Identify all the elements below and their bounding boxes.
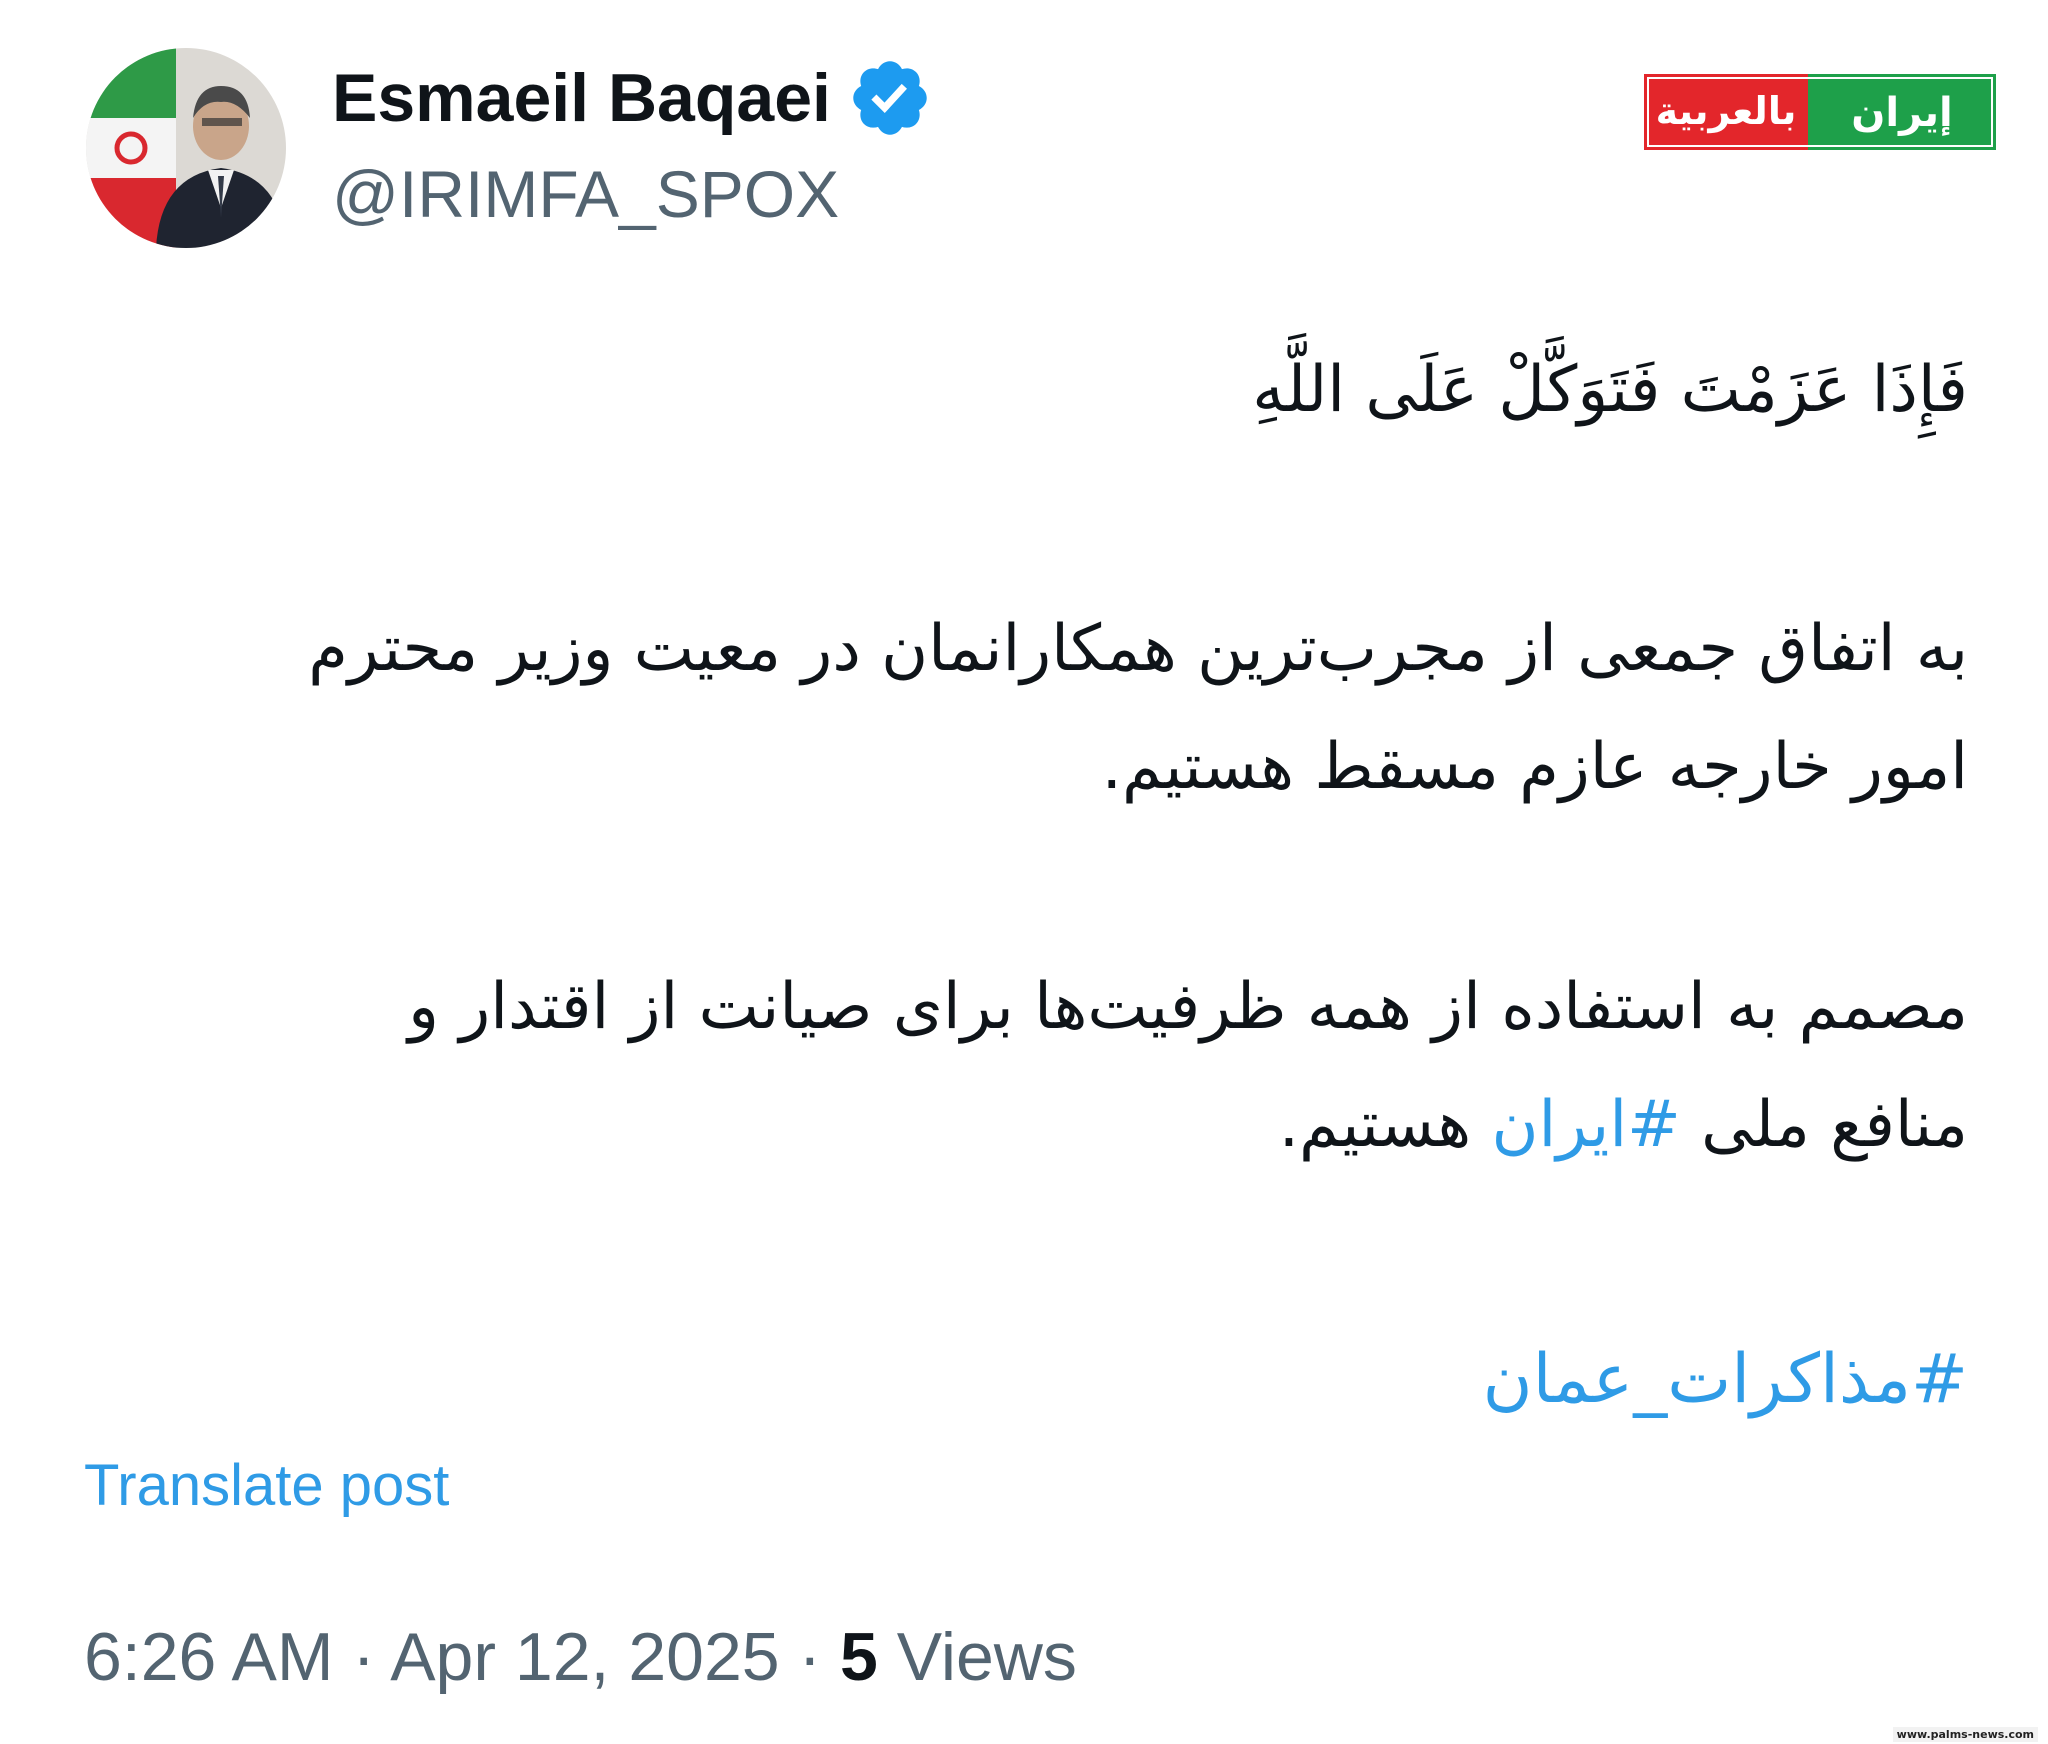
author-display-name[interactable]: Esmaeil Baqaei (332, 59, 831, 137)
post-paragraph-2-line-2: منافع ملی #ایران هستیم. (408, 1066, 1968, 1184)
hashtag-iran-link[interactable]: #ایران (1491, 1088, 1680, 1162)
meta-separator: · (779, 1619, 841, 1695)
iran-arabic-logo: إيران بالعربية (1644, 74, 1996, 150)
post-verse: فَإِذَا عَزَمْتَ فَتَوَكَّلْ عَلَى اللَّ… (1252, 353, 1968, 427)
translate-post-link[interactable]: Translate post (84, 1452, 449, 1519)
post-paragraph-1: به اتفاق جمعی از مجرب‌ترین همکارانمان در… (308, 590, 1968, 826)
post-time[interactable]: 6:26 AM (84, 1619, 334, 1695)
hashtag-oman-talks-link[interactable]: #مذاکرات_عمان (1483, 1330, 1968, 1430)
logo-text-green: إيران (1851, 90, 1952, 136)
post-paragraph-1-line-1: به اتفاق جمعی از مجرب‌ترین همکارانمان در… (308, 612, 1968, 686)
avatar-photo (86, 48, 286, 248)
post-paragraph-1-line-2: امور خارجه عازم مسقط هستیم. (1101, 730, 1968, 804)
views-label: Views (877, 1619, 1077, 1695)
avatar[interactable] (86, 48, 286, 248)
verified-badge-icon (853, 61, 927, 135)
post-paragraph-2-text-after: هستیم. (1278, 1088, 1492, 1162)
post-paragraph-2: مصمم به استفاده از همه ظرفیت‌ها برای صیا… (408, 948, 1968, 1184)
post-meta: 6:26 AM · Apr 12, 2025 · 5 Views (84, 1618, 1077, 1696)
meta-separator: · (333, 1619, 391, 1695)
source-watermark: www.palms-news.com (1892, 1727, 2038, 1742)
views-count: 5 (840, 1619, 878, 1695)
post-paragraph-2-line-1: مصمم به استفاده از همه ظرفیت‌ها برای صیا… (408, 970, 1968, 1044)
author-handle[interactable]: @IRIMFA_SPOX (332, 156, 839, 232)
post-date[interactable]: Apr 12, 2025 (390, 1619, 779, 1695)
post-paragraph-2-text-before: منافع ملی (1680, 1088, 1968, 1162)
logo-text-red: بالعربية (1656, 89, 1797, 133)
channel-logo: إيران بالعربية (1644, 74, 1996, 150)
author-name-row: Esmaeil Baqaei (332, 58, 933, 138)
